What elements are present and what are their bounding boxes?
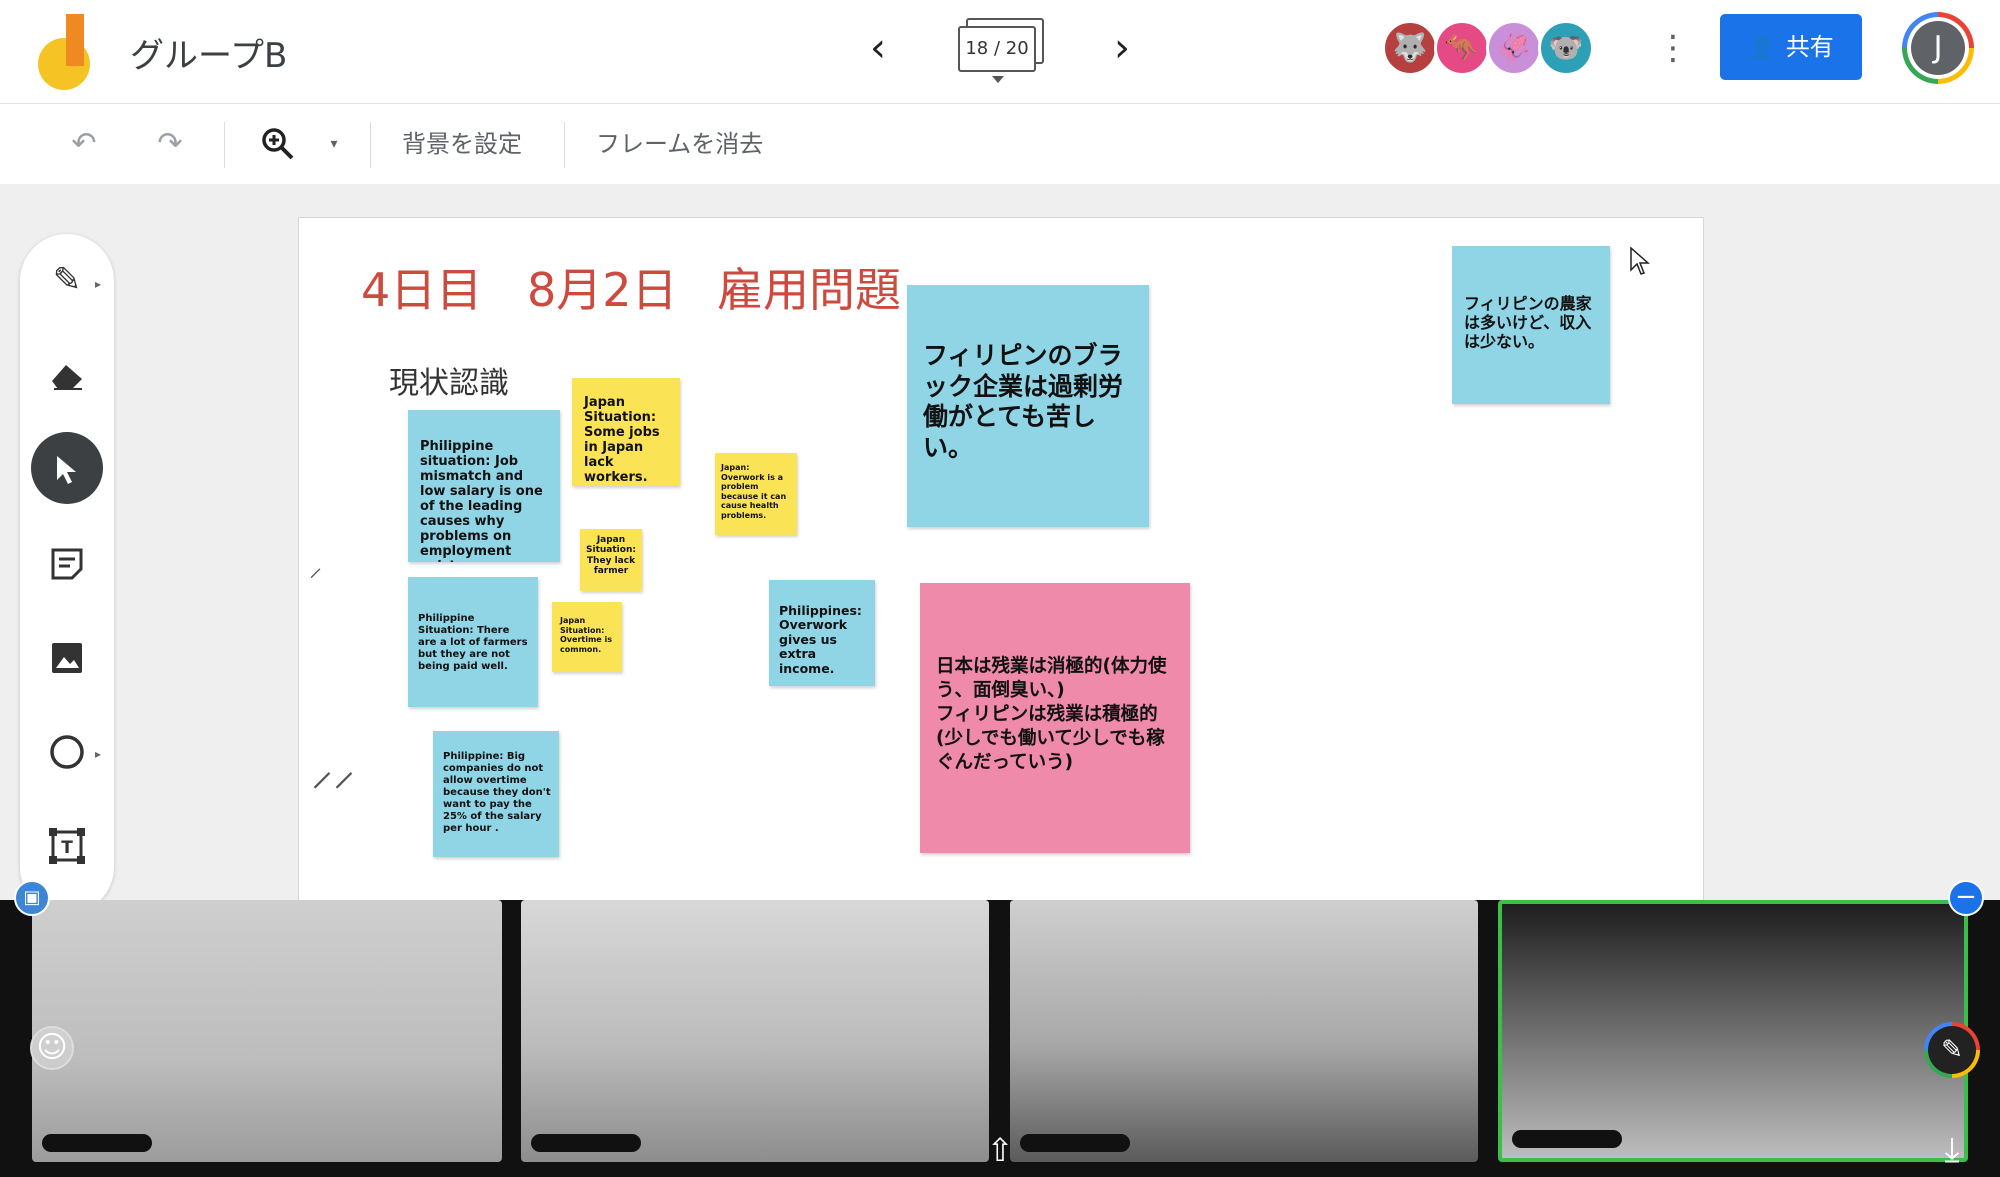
- cursor-arrow-icon: [54, 448, 80, 488]
- top-bar: グループB ‹ 18 / 20 › 🐺 🦘 🦑 🐨 ⋮ 👤 共有 J: [0, 0, 2000, 104]
- person-add-icon: 👤: [1748, 36, 1776, 61]
- set-background-button[interactable]: 背景を設定: [402, 126, 522, 162]
- sticky-note[interactable]: Japan Situation: Overtime is common.: [552, 602, 622, 672]
- zoom-icon[interactable]: [256, 122, 300, 166]
- text-box-icon: T: [48, 824, 86, 864]
- pen-stroke[interactable]: ⸝: [309, 548, 322, 584]
- share-label: 共有: [1785, 33, 1834, 61]
- subheading: 現状認識: [389, 366, 509, 401]
- participant-video[interactable]: [32, 900, 502, 1162]
- pen-icon: ✎: [52, 260, 82, 300]
- redo-icon[interactable]: ↷: [148, 122, 192, 166]
- eraser-tool[interactable]: [31, 338, 103, 410]
- chevron-down-icon: [992, 76, 1004, 83]
- prev-frame-button[interactable]: ‹: [858, 28, 898, 68]
- more-options-icon[interactable]: ⋮: [1656, 26, 1690, 70]
- share-screen-icon[interactable]: ⇧: [984, 1130, 1016, 1170]
- divider: [370, 122, 371, 168]
- zoom-dropdown-icon[interactable]: ▾: [322, 122, 346, 166]
- whiteboard-frame[interactable]: 4日目 8月2日 雇用問題 現状認識 Philippine situation:…: [298, 217, 1704, 937]
- divider: [564, 122, 565, 168]
- sticky-note-icon: [50, 542, 84, 582]
- clear-frame-button[interactable]: フレームを消去: [596, 126, 763, 162]
- shape-tool[interactable]: ▸: [31, 714, 103, 786]
- text-box-tool[interactable]: T: [31, 808, 103, 880]
- participant-name-redacted: [531, 1134, 641, 1152]
- image-icon: [50, 636, 84, 676]
- image-tool[interactable]: [31, 620, 103, 692]
- frame-counter: 18 / 20: [958, 26, 1036, 72]
- sticky-note[interactable]: Philippine situation: Job mismatch and l…: [408, 410, 560, 562]
- undo-icon[interactable]: ↶: [62, 122, 106, 166]
- heading-topic: 雇用問題: [717, 263, 901, 317]
- tool-palette: ✎ ▸ ▸ T: [20, 234, 114, 914]
- share-button[interactable]: 👤 共有: [1720, 14, 1862, 80]
- participant-video[interactable]: [1010, 900, 1478, 1162]
- eraser-icon: [48, 354, 86, 394]
- pen-fab-button[interactable]: ✎: [1924, 1022, 1980, 1078]
- jamboard-logo[interactable]: [38, 14, 94, 90]
- pen-tool[interactable]: ✎ ▸: [31, 244, 103, 316]
- frame-bar-toggle[interactable]: 18 / 20: [958, 18, 1044, 83]
- sticky-note[interactable]: Philippine: Big companies do not allow o…: [433, 731, 559, 857]
- sticky-note[interactable]: Philippine Situation: There are a lot of…: [408, 577, 538, 707]
- heading-date: 8月2日: [527, 263, 678, 317]
- sticky-note[interactable]: Japan Situation: Some jobs in Japan lack…: [572, 378, 680, 486]
- account-avatar[interactable]: J: [1902, 12, 1974, 84]
- sticky-note[interactable]: 日本は残業は消極的(体力使う、面倒臭い、) フィリピンは残業は積極的(少しでも働…: [920, 583, 1190, 853]
- participant-name-redacted: [1020, 1134, 1130, 1152]
- wolf-icon[interactable]: 🐺: [1382, 20, 1438, 76]
- pen-stroke[interactable]: ⸝⸝: [311, 738, 355, 798]
- download-icon[interactable]: ⤓: [1934, 1130, 1970, 1170]
- sticky-note[interactable]: Philippines: Overwork gives us extra inc…: [769, 580, 875, 686]
- edit-toolbar: ↶ ↷ ▾ 背景を設定 フレームを消去: [0, 104, 2000, 184]
- kangaroo-icon[interactable]: 🦘: [1434, 20, 1490, 76]
- participant-name-redacted: [42, 1134, 152, 1152]
- mouse-pointer-icon: [1630, 246, 1650, 275]
- active-speaker-video[interactable]: [1498, 900, 1968, 1162]
- smiley-icon[interactable]: ☺: [30, 1026, 74, 1070]
- minimize-icon[interactable]: −: [1948, 880, 1984, 916]
- select-tool[interactable]: [31, 432, 103, 504]
- participant-name-redacted: [1512, 1130, 1622, 1148]
- circle-icon: [49, 730, 85, 770]
- sticky-note-tool[interactable]: [31, 526, 103, 598]
- heading-day: 4日目: [361, 263, 483, 317]
- squid-icon[interactable]: 🦑: [1486, 20, 1542, 76]
- pencil-icon: ✎: [1928, 1026, 1976, 1074]
- sticky-note[interactable]: Japan: Overwork is a problem because it …: [715, 453, 797, 535]
- account-initial: J: [1911, 21, 1965, 75]
- svg-text:T: T: [61, 838, 73, 858]
- sticky-note[interactable]: フィリピンの農家は多いけど、収入は少ない。: [1452, 246, 1610, 404]
- divider: [224, 122, 225, 168]
- participant-video[interactable]: [521, 900, 989, 1162]
- board-title[interactable]: グループB: [130, 28, 287, 77]
- sticky-note[interactable]: Japan Situation: They lack farmer: [580, 529, 642, 591]
- koala-icon[interactable]: 🐨: [1538, 20, 1594, 76]
- participant-icon[interactable]: ▣: [14, 880, 50, 916]
- sticky-note[interactable]: フィリピンのブラック企業は過剰労働がとても苦しい。: [907, 285, 1149, 527]
- next-frame-button[interactable]: ›: [1102, 28, 1142, 68]
